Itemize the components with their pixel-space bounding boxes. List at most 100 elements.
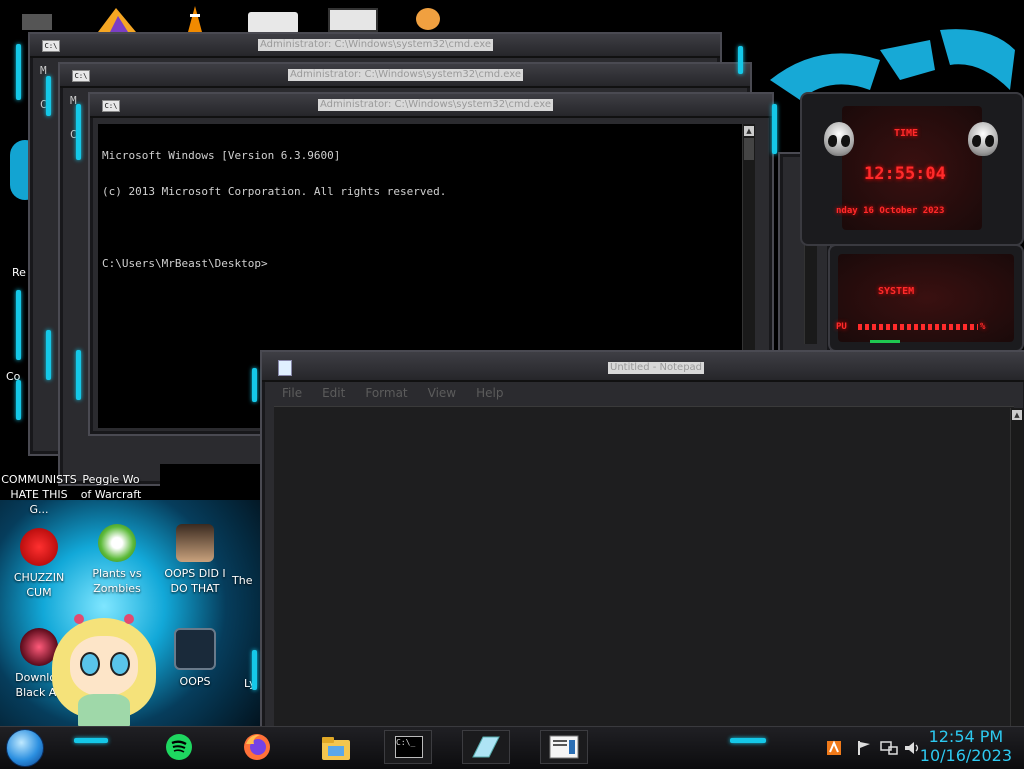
horn-icon (124, 614, 134, 624)
frame-accent (46, 330, 51, 380)
cmd-icon-label: C:\_ (396, 738, 416, 747)
desktop-icon-partial[interactable] (248, 12, 298, 34)
desktop-icon-partial[interactable] (328, 8, 378, 32)
desktop-icon-label: Peggle Wo (82, 473, 140, 486)
gadget-percent: % (980, 322, 986, 332)
body (78, 694, 130, 728)
frame-accent (76, 350, 81, 400)
alien-head-icon (824, 122, 854, 156)
window-title: Administrator: C:\Windows\system32\cmd.e… (318, 99, 554, 111)
desktop-icon-label-partial: Re (12, 266, 26, 279)
console-prompt: C:\Users\MrBeast\Desktop> (102, 257, 268, 270)
notepad-text-area[interactable] (274, 406, 1014, 729)
desktop-icon-partial[interactable] (22, 14, 52, 30)
menu-format[interactable]: Format (355, 386, 417, 400)
frame-accent (16, 44, 21, 100)
file-explorer-icon[interactable] (320, 732, 350, 762)
cmd-icon[interactable]: C:\ (72, 70, 90, 82)
desktop-icon-label: OOPS (179, 675, 211, 688)
gadget-cpu-label: PU (836, 322, 847, 332)
menu-file[interactable]: File (272, 386, 312, 400)
desktop-icon-the[interactable]: The (232, 573, 256, 588)
desktop-icon-label: HATE THIS G... (10, 488, 68, 516)
window-title: Untitled - Notepad (608, 362, 705, 374)
star-butterfly-sticker (52, 612, 162, 728)
menu-help[interactable]: Help (466, 386, 513, 400)
desktop-icon-partial[interactable] (96, 4, 138, 34)
spotify-icon[interactable] (164, 732, 194, 762)
taskbar-window-button[interactable] (540, 730, 588, 764)
document-icon (549, 735, 579, 759)
desktop-icon-communists[interactable]: COMMUNISTS HATE THIS G... (0, 472, 78, 517)
desktop-icon-plants-vs-zombies[interactable]: Plants vs Zombies (78, 524, 156, 596)
scroll-thumb[interactable] (744, 138, 754, 160)
desktop-icon-label: Zombies (93, 582, 141, 595)
start-button[interactable] (6, 729, 44, 767)
tray-app-icon[interactable] (826, 740, 842, 760)
vlc-icon[interactable] (184, 4, 206, 34)
gadget-time-label: TIME (894, 128, 919, 139)
desktop-icon-label: DO THAT (170, 582, 220, 595)
desktop-icon-label: CHUZZIN (13, 571, 65, 584)
alien-eye-icon (828, 135, 837, 147)
frame-accent (16, 380, 21, 420)
taskbar-accent (730, 738, 766, 743)
menu-bar: File Edit Format View Help (272, 386, 513, 400)
gadget-time: 12:55:04 (864, 164, 946, 184)
title-bar[interactable]: C:\ Administrator: C:\Windows\system32\c… (90, 94, 772, 118)
desktop-icon-chuzzle[interactable]: CHUZZIN CUM (0, 528, 78, 600)
frame-accent (16, 290, 21, 360)
frame-accent (252, 650, 257, 690)
menu-view[interactable]: View (418, 386, 466, 400)
frame-accent (772, 104, 777, 154)
cmd-icon[interactable]: C:\ (42, 40, 60, 52)
scroll-up-arrow[interactable]: ▲ (744, 126, 754, 136)
taskbar-clock[interactable]: 12:54 PM 10/16/2023 (920, 727, 1012, 765)
system-gadget[interactable]: SYSTEM PU % (828, 244, 1024, 352)
window-title: Administrator: C:\Windows\system32\cmd.e… (288, 69, 524, 81)
taskbar-accent (74, 738, 108, 743)
clock-gadget[interactable]: TIME 12:55:04 nday 16 October 2023 (800, 92, 1024, 246)
desktop-icon-oops[interactable]: OOPS (156, 628, 234, 689)
console-line: Microsoft Windows [Version 6.3.9600] (102, 149, 341, 162)
oops-icon (174, 628, 216, 670)
cmd-icon[interactable]: C:\ (102, 100, 120, 112)
notepad-icon (472, 736, 500, 758)
notepad-scrollbar[interactable]: ▲ (1010, 408, 1023, 728)
portrait-icon (176, 524, 214, 562)
gadget-system-label: SYSTEM (878, 286, 915, 297)
taskbar-notepad-button[interactable] (462, 730, 510, 764)
title-bar[interactable]: C:\ Administrator: C:\Windows\system32\c… (60, 64, 750, 88)
firefox-icon[interactable] (242, 732, 272, 762)
status-line (870, 340, 900, 343)
desktop-icon-oops-did-i[interactable]: OOPS DID I DO THAT (156, 524, 234, 596)
alien-eye-icon (972, 135, 981, 147)
title-bar[interactable]: C:\ Administrator: C:\Windows\system32\c… (30, 34, 720, 58)
alien-head-icon (968, 122, 998, 156)
title-bar[interactable]: Untitled - Notepad (262, 352, 1024, 382)
scroll-up-arrow[interactable]: ▲ (1012, 410, 1022, 420)
desktop-icon-label: The (232, 574, 253, 587)
taskbar-cmd-button[interactable]: C:\_ (384, 730, 432, 764)
notepad-icon[interactable] (278, 360, 292, 376)
network-icon[interactable] (880, 740, 898, 760)
window-title: Administrator: C:\Windows\system32\cmd.e… (258, 39, 494, 51)
notepad-window[interactable]: Untitled - Notepad File Edit Format View… (260, 350, 1024, 732)
alien-eye-icon (985, 135, 994, 147)
frame-accent (46, 76, 51, 116)
menu-edit[interactable]: Edit (312, 386, 355, 400)
action-center-flag-icon[interactable] (856, 740, 872, 760)
frame-accent (738, 46, 743, 74)
clock-time: 12:54 PM (928, 727, 1004, 746)
horn-icon (74, 614, 84, 624)
desktop-icon-partial[interactable] (416, 8, 440, 30)
gadget-date: nday 16 October 2023 (836, 206, 945, 216)
console-text: M (40, 64, 47, 77)
eye (80, 652, 100, 676)
desktop-icon-peggle[interactable]: Peggle Wo of Warcraft (72, 472, 150, 502)
desktop-icon-label: Plants vs (92, 567, 142, 580)
desktop-icon-label: CUM (26, 586, 52, 599)
desktop-icon-label: OOPS DID I (164, 567, 226, 580)
console-line: (c) 2013 Microsoft Corporation. All righ… (102, 185, 447, 198)
